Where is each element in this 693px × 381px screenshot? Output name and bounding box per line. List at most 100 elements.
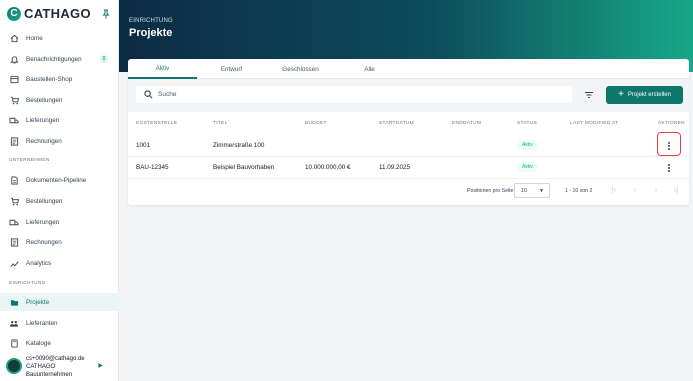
sidebar-item-label: Kataloge xyxy=(26,339,51,347)
cell-title: Beispiel Bauvorhaben xyxy=(213,164,275,171)
tab-all[interactable]: Alle xyxy=(335,59,404,79)
status-badge: Aktiv xyxy=(517,162,538,172)
truck-icon xyxy=(9,217,19,227)
sidebar-item-company-invoices[interactable]: Rechnungen xyxy=(0,233,119,251)
user-menu[interactable]: cs+0090@cathago.de CATHAGO Bauunternehme… xyxy=(0,353,119,381)
prev-page-icon[interactable]: ‹ xyxy=(631,186,639,194)
sidebar-item-projects[interactable]: Projekte xyxy=(0,293,119,311)
tab-draft[interactable]: Entwurf xyxy=(197,59,266,79)
sidebar-item-company-deliveries[interactable]: Lieferungen xyxy=(0,213,119,231)
page-range: 1 - 10 von 2 xyxy=(565,188,593,194)
sidebar-item-analytics[interactable]: Analytics xyxy=(0,254,119,272)
sidebar-item-catalogs[interactable]: Kataloge xyxy=(0,334,119,352)
user-company-name: CATHAGO xyxy=(26,364,56,370)
brand-logo[interactable]: C CATHAGO xyxy=(7,6,91,21)
people-icon xyxy=(9,318,19,328)
sidebar-item-label: Lieferanten xyxy=(26,319,58,327)
folder-icon xyxy=(9,297,19,307)
shop-icon xyxy=(9,74,19,84)
sidebar-item-label: Projekte xyxy=(26,298,50,306)
chart-icon xyxy=(9,258,19,268)
sidebar-item-invoices[interactable]: Rechnungen xyxy=(0,132,119,150)
brand-name: CATHAGO xyxy=(24,6,91,21)
tab-active[interactable]: Aktiv xyxy=(128,59,197,79)
status-badge: Aktiv xyxy=(517,140,538,150)
cart-icon xyxy=(9,196,19,206)
plus-icon: + xyxy=(618,89,624,100)
sidebar-item-label: Analytics xyxy=(26,259,52,267)
filter-icon[interactable] xyxy=(584,90,594,100)
home-icon xyxy=(9,33,19,43)
sidebar-item-label: Bestellungen xyxy=(26,197,63,205)
user-company-type: Bauunternehmen xyxy=(26,372,73,378)
truck-icon xyxy=(9,115,19,125)
sidebar-item-notifications[interactable]: Benachrichtigungen 0 xyxy=(0,50,119,68)
column-header-title[interactable]: TITEL xyxy=(213,121,228,126)
sidebar-item-shop[interactable]: Baustellen-Shop xyxy=(0,70,119,88)
column-header-end-date[interactable]: ENDDATUM xyxy=(452,121,481,126)
bell-icon xyxy=(9,54,19,64)
column-header-actions: AKTIONEN xyxy=(658,121,685,126)
sidebar-item-label: Bestellungen xyxy=(26,96,63,104)
rows-per-page-label: Positionen pro Seite xyxy=(467,188,514,194)
book-icon xyxy=(9,338,19,348)
column-header-cost-center[interactable]: KOSTENSTELLE xyxy=(136,121,177,126)
cell-budget: 10.000.000,00 € xyxy=(305,164,351,171)
avatar xyxy=(6,358,22,374)
sidebar-item-label: Lieferungen xyxy=(26,218,60,226)
rows-per-page-select[interactable]: 10 ▼ xyxy=(514,183,550,198)
last-page-icon[interactable]: ›| xyxy=(672,186,680,194)
sidebar-item-home[interactable]: Home xyxy=(0,29,119,47)
sidebar-item-label: Benachrichtigungen xyxy=(26,55,82,63)
chevron-right-icon[interactable]: ▶ xyxy=(98,362,103,369)
cart-icon xyxy=(9,95,19,105)
sidebar-item-document-pipeline[interactable]: Dokumenten-Pipeline xyxy=(0,171,119,189)
invoice-icon xyxy=(9,136,19,146)
cell-cost-center: BAU-12345 xyxy=(136,164,169,171)
projects-card: Aktiv Entwurf Geschlossen Alle + Projekt… xyxy=(128,59,689,205)
sidebar-item-label: Rechnungen xyxy=(26,238,62,246)
toolbar: + Projekt erstellen xyxy=(128,79,689,112)
first-page-icon[interactable]: |‹ xyxy=(610,186,618,194)
breadcrumb: EINRICHTUNG xyxy=(129,18,173,24)
search-input[interactable] xyxy=(158,91,558,98)
cell-title: Zimmerstraße 100 xyxy=(213,142,265,149)
sidebar: C CATHAGO Home Benachrichtigungen 0 Baus… xyxy=(0,0,119,381)
table-row[interactable]: 1001 Zimmerstraße 100 Aktiv xyxy=(128,135,689,157)
cell-start-date: 11.09.2025 xyxy=(379,164,411,171)
pagination: Positionen pro Seite 10 ▼ 1 - 10 von 2 |… xyxy=(128,180,689,200)
notification-count-badge: 0 xyxy=(100,55,108,63)
user-email: cs+0090@cathago.de xyxy=(26,356,85,362)
sidebar-item-orders[interactable]: Bestellungen xyxy=(0,91,119,109)
invoice-icon xyxy=(9,237,19,247)
tab-closed[interactable]: Geschlossen xyxy=(266,59,335,79)
more-actions-icon[interactable] xyxy=(664,162,674,174)
sidebar-item-label: Rechnungen xyxy=(26,137,62,145)
rows-per-page-value: 10 xyxy=(521,187,528,194)
page-title: Projekte xyxy=(129,27,173,39)
sidebar-item-label: Home xyxy=(26,34,43,42)
sidebar-item-label: Dokumenten-Pipeline xyxy=(26,176,87,184)
column-header-start-date[interactable]: STARTDATUM xyxy=(379,121,414,126)
search-box[interactable] xyxy=(136,86,572,103)
sidebar-item-label: Lieferungen xyxy=(26,116,60,124)
section-label-setup: EINRICHTUNG xyxy=(9,281,46,286)
caret-down-icon: ▼ xyxy=(539,188,544,194)
create-project-button[interactable]: + Projekt erstellen xyxy=(606,86,683,104)
column-header-status[interactable]: STATUS xyxy=(517,121,537,126)
pin-icon[interactable] xyxy=(101,9,111,19)
cell-cost-center: 1001 xyxy=(136,142,151,149)
sidebar-item-label: Baustellen-Shop xyxy=(26,75,73,83)
sidebar-item-company-orders[interactable]: Bestellungen xyxy=(0,192,119,210)
search-icon xyxy=(144,90,153,99)
highlight-annotation xyxy=(657,132,681,156)
column-header-budget[interactable]: BUDGET xyxy=(305,121,327,126)
next-page-icon[interactable]: › xyxy=(652,186,660,194)
sidebar-item-suppliers[interactable]: Lieferanten xyxy=(0,314,119,332)
sidebar-item-deliveries[interactable]: Lieferungen xyxy=(0,111,119,129)
create-project-label: Projekt erstellen xyxy=(627,92,671,98)
logo-mark-icon: C xyxy=(7,6,21,21)
table-row[interactable]: BAU-12345 Beispiel Bauvorhaben 10.000.00… xyxy=(128,157,689,179)
column-header-last-modified[interactable]: LAST MODIFIED AT xyxy=(570,121,618,126)
section-label-company: UNTERNEHMEN xyxy=(9,158,50,163)
